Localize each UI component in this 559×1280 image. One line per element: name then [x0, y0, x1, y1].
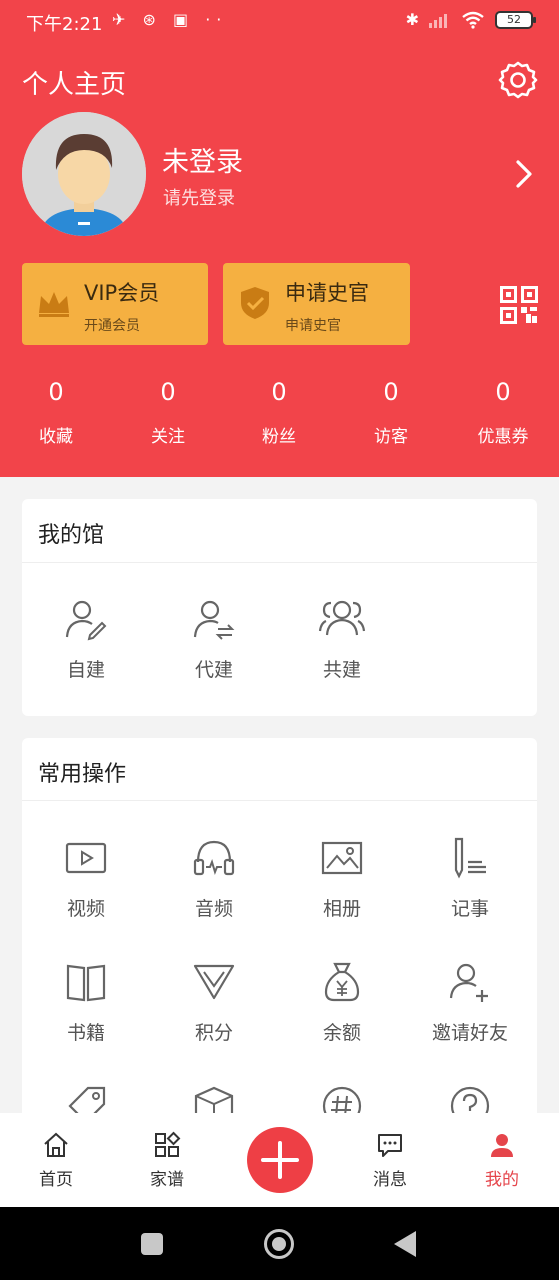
- op-books[interactable]: 书籍: [22, 960, 150, 1045]
- login-title[interactable]: 未登录: [162, 140, 243, 179]
- common-ops-title: 常用操作: [38, 762, 127, 787]
- vip-card[interactable]: VIP会员 开通会员: [22, 263, 208, 345]
- stat-label: 收藏: [39, 427, 73, 447]
- signal-icon: [429, 13, 447, 28]
- op-points[interactable]: 积分: [150, 960, 278, 1045]
- historian-card-subtitle: 申请史官: [285, 318, 341, 334]
- page-title: 个人主页: [22, 70, 127, 100]
- image-icon: [321, 841, 363, 875]
- profile-icon: [491, 1134, 513, 1157]
- op-balance[interactable]: 余额: [278, 960, 406, 1045]
- stat-visitors[interactable]: 0 访客: [341, 378, 441, 447]
- notes-icon: [454, 837, 486, 879]
- stat-label: 访客: [374, 427, 408, 447]
- op-label: 邀请好友: [431, 1022, 508, 1044]
- hall-item-self-build[interactable]: 自建: [22, 597, 150, 682]
- nav-label: 消息: [373, 1170, 407, 1190]
- op-invite[interactable]: 邀请好友: [406, 960, 534, 1045]
- qr-code-icon[interactable]: [500, 286, 538, 324]
- hall-item-co-build[interactable]: 共建: [278, 597, 406, 682]
- stat-coupons[interactable]: 0 优惠券: [453, 378, 553, 447]
- status-right: ✱ 52: [405, 10, 536, 29]
- bluetooth-icon: ✱: [405, 10, 419, 29]
- stat-value: 0: [160, 378, 176, 406]
- chevron-right-icon[interactable]: [510, 158, 538, 190]
- stat-fans[interactable]: 0 粉丝: [229, 378, 329, 447]
- diamond-icon: [193, 964, 235, 1000]
- nav-label: 家谱: [150, 1170, 184, 1190]
- op-video[interactable]: 视频: [22, 836, 150, 921]
- crown-icon: [39, 292, 69, 317]
- battery-icon: 52: [495, 10, 536, 29]
- message-icon: [378, 1134, 402, 1157]
- nav-messages[interactable]: 消息: [350, 1131, 430, 1190]
- op-audio[interactable]: 音频: [150, 836, 278, 921]
- recents-icon[interactable]: [141, 1233, 163, 1255]
- back-icon[interactable]: [394, 1231, 416, 1257]
- status-bar: 下午2:21 ✈ ⊛ ▣ ·· ✱ 52: [0, 0, 559, 42]
- historian-card[interactable]: 申请史官 申请史官: [223, 263, 410, 345]
- divider: [22, 800, 537, 801]
- op-label: 视频: [66, 898, 105, 920]
- stat-label: 关注: [151, 427, 185, 447]
- default-avatar-icon: [22, 112, 146, 236]
- profile-header: 下午2:21 ✈ ⊛ ▣ ·· ✱ 52 个人主页 未登录 请先登录 VIP会员…: [0, 0, 559, 477]
- stat-value: 0: [383, 378, 399, 406]
- video-icon: [65, 842, 107, 874]
- nav-label: 我的: [485, 1170, 519, 1190]
- hall-item-label: 共建: [322, 659, 361, 681]
- bottom-navigation: 首页 家谱 消息 我的: [0, 1113, 559, 1207]
- nav-mine[interactable]: 我的: [462, 1131, 542, 1190]
- headphones-icon: [193, 840, 235, 876]
- status-time: 下午2:21: [26, 14, 103, 35]
- stat-value: 0: [495, 378, 511, 406]
- home-button-icon[interactable]: [264, 1229, 294, 1259]
- stat-label: 粉丝: [262, 427, 296, 447]
- op-label: 记事: [450, 898, 489, 920]
- op-album[interactable]: 相册: [278, 836, 406, 921]
- home-icon: [44, 1132, 68, 1157]
- divider: [22, 562, 537, 563]
- nav-genealogy[interactable]: 家谱: [127, 1131, 207, 1190]
- nav-label: 首页: [39, 1170, 73, 1190]
- stat-following[interactable]: 0 关注: [118, 378, 218, 447]
- vip-card-subtitle: 开通会员: [84, 318, 140, 334]
- my-hall-title: 我的馆: [38, 523, 105, 548]
- add-button[interactable]: [247, 1127, 313, 1193]
- my-hall-panel: 我的馆 自建 代建 共建: [22, 499, 537, 716]
- op-label: 余额: [322, 1022, 361, 1044]
- user-edit-icon: [65, 600, 107, 641]
- login-subtitle[interactable]: 请先登录: [163, 184, 235, 210]
- apps-icon: [155, 1131, 181, 1157]
- book-icon: [66, 964, 106, 1002]
- stat-favorites[interactable]: 0 收藏: [6, 378, 106, 447]
- shield-check-icon: [241, 287, 269, 319]
- hall-item-proxy-build[interactable]: 代建: [150, 597, 278, 682]
- system-navigation-bar: [0, 1207, 559, 1280]
- user-swap-icon: [193, 600, 235, 640]
- op-label: 相册: [322, 898, 361, 920]
- common-ops-panel: 常用操作 视频 音频 相册 记事 书籍 积分 余额 邀请好友: [22, 738, 537, 1138]
- money-bag-icon: [324, 962, 360, 1002]
- op-label: 音频: [194, 898, 233, 920]
- op-label: 积分: [194, 1022, 233, 1044]
- hall-item-label: 自建: [66, 659, 105, 681]
- op-label: 书籍: [66, 1022, 105, 1044]
- notification-icons: ✈ ⊛ ▣ ··: [112, 10, 228, 29]
- stat-label: 优惠券: [477, 427, 529, 447]
- wifi-icon: [462, 11, 484, 29]
- historian-card-title: 申请史官: [285, 281, 369, 305]
- settings-gear-icon[interactable]: [498, 60, 538, 100]
- stat-value: 0: [271, 378, 287, 406]
- vip-card-title: VIP会员: [84, 281, 160, 305]
- op-notes[interactable]: 记事: [406, 836, 534, 921]
- stat-value: 0: [48, 378, 64, 406]
- avatar[interactable]: [22, 112, 146, 236]
- hall-item-label: 代建: [194, 659, 233, 681]
- nav-home[interactable]: 首页: [16, 1131, 96, 1190]
- group-icon: [318, 600, 366, 636]
- add-user-icon: [449, 963, 488, 1002]
- plus-icon: [261, 1141, 299, 1179]
